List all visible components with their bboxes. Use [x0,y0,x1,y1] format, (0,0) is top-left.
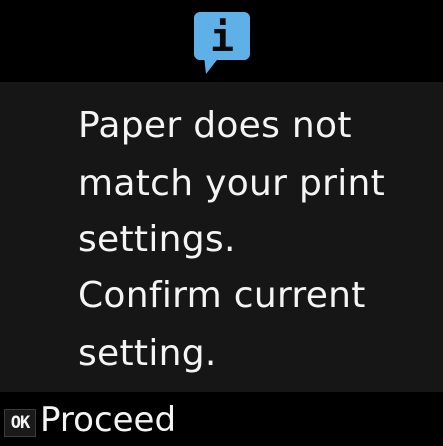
ok-key-badge[interactable]: OK [4,409,36,437]
message-line-3: settings. [78,219,236,260]
footer-bar: OK Proceed [0,392,443,446]
message-panel: Paper does not match your print settings… [0,82,443,392]
printer-lcd-screen: i Paper does not match your print settin… [0,0,443,446]
message-line-2: match your print [78,163,386,204]
message-line-4: Confirm current [78,275,366,316]
info-icon-glyph: i [210,15,234,61]
message-line-1: Paper does not [78,105,352,146]
message-line-5: setting. [78,333,217,374]
info-icon: i [190,8,254,78]
proceed-action-label[interactable]: Proceed [40,400,176,440]
